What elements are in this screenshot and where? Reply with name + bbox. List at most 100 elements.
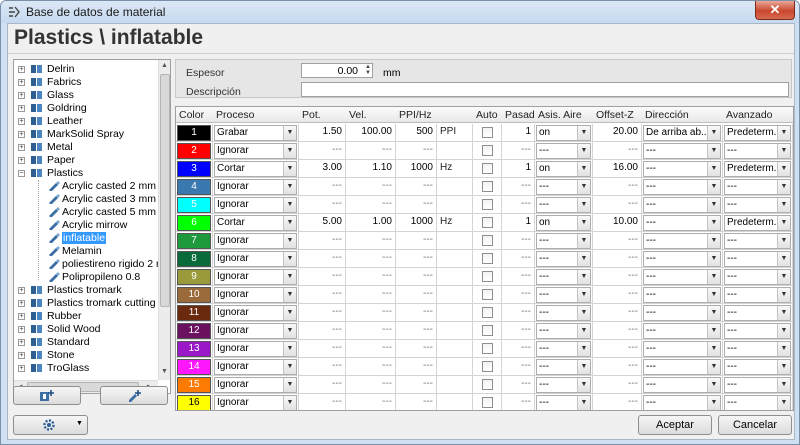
aire-dropdown[interactable]: --- ▼ <box>536 197 591 213</box>
tree-vertical-scrollbar[interactable]: ▲ ▼ <box>158 60 170 380</box>
color-swatch[interactable]: 16 <box>177 395 211 410</box>
aire-dropdown[interactable]: --- ▼ <box>536 251 591 267</box>
pot-value[interactable]: --- <box>332 198 342 209</box>
off-value[interactable]: --- <box>628 288 638 299</box>
color-swatch[interactable]: 9 <box>177 269 211 285</box>
off-value[interactable]: --- <box>628 342 638 353</box>
table-row[interactable]: 1 Grabar ▼ 1.50 100.00 500 PPI 1 on ▼ 20.00 De arri… <box>176 124 793 142</box>
off-value[interactable]: --- <box>628 180 638 191</box>
expand-icon[interactable]: + <box>18 66 25 73</box>
chevron-down-icon[interactable]: ▼ <box>577 288 590 302</box>
aire-dropdown[interactable]: on ▼ <box>536 125 591 141</box>
accept-button[interactable]: Aceptar <box>638 415 712 435</box>
auto-checkbox[interactable] <box>482 307 493 318</box>
adv-dropdown[interactable]: --- ▼ <box>724 287 791 303</box>
expand-icon[interactable]: + <box>18 118 25 125</box>
proceso-dropdown[interactable]: Cortar ▼ <box>214 161 297 177</box>
ppi-value[interactable]: --- <box>423 378 433 389</box>
adv-dropdown[interactable]: --- ▼ <box>724 395 791 410</box>
dir-dropdown[interactable]: --- ▼ <box>643 143 721 159</box>
chevron-down-icon[interactable]: ▼ <box>283 126 296 140</box>
off-value[interactable]: --- <box>628 324 638 335</box>
off-value[interactable]: --- <box>628 378 638 389</box>
auto-checkbox[interactable] <box>482 271 493 282</box>
adv-dropdown[interactable]: --- ▼ <box>724 179 791 195</box>
chevron-down-icon[interactable]: ▼ <box>707 180 720 194</box>
chevron-down-icon[interactable]: ▼ <box>283 360 296 374</box>
pas-value[interactable]: --- <box>521 180 531 191</box>
color-swatch[interactable]: 7 <box>177 233 211 249</box>
chevron-down-icon[interactable]: ▼ <box>707 198 720 212</box>
adv-dropdown[interactable]: --- ▼ <box>724 305 791 321</box>
auto-checkbox[interactable] <box>482 325 493 336</box>
pot-value[interactable]: --- <box>332 396 342 407</box>
proceso-dropdown[interactable]: Grabar ▼ <box>214 125 297 141</box>
chevron-down-icon[interactable]: ▼ <box>577 180 590 194</box>
expand-icon[interactable]: + <box>18 105 25 112</box>
table-row[interactable]: 4 Ignorar ▼ --- --- --- --- --- ▼ --- --- ▼ --- ▼ <box>176 178 793 196</box>
chevron-down-icon[interactable]: ▼ <box>283 378 296 392</box>
color-swatch[interactable]: 4 <box>177 179 211 195</box>
aire-dropdown[interactable]: --- ▼ <box>536 305 591 321</box>
chevron-down-icon[interactable]: ▼ <box>283 216 296 230</box>
pas-value[interactable]: --- <box>521 234 531 245</box>
chevron-down-icon[interactable]: ▼ <box>777 180 790 194</box>
column-header[interactable]: Avanzado <box>726 109 792 121</box>
collapse-icon[interactable]: − <box>18 170 25 177</box>
adv-dropdown[interactable]: --- ▼ <box>724 197 791 213</box>
ppi-value[interactable]: --- <box>423 396 433 407</box>
chevron-down-icon[interactable]: ▼ <box>777 378 790 392</box>
pot-value[interactable]: --- <box>332 270 342 281</box>
chevron-down-icon[interactable]: ▼ <box>707 324 720 338</box>
column-header[interactable]: Auto <box>476 109 501 121</box>
color-swatch[interactable]: 15 <box>177 377 211 393</box>
chevron-down-icon[interactable]: ▼ <box>777 216 790 230</box>
pot-value[interactable]: --- <box>332 180 342 191</box>
auto-checkbox[interactable] <box>482 379 493 390</box>
aire-dropdown[interactable]: --- ▼ <box>536 395 591 410</box>
expand-icon[interactable]: + <box>18 300 25 307</box>
pas-value[interactable]: --- <box>521 198 531 209</box>
proceso-dropdown[interactable]: Ignorar ▼ <box>214 305 297 321</box>
chevron-down-icon[interactable]: ▼ <box>283 288 296 302</box>
ppi-value[interactable]: 1000 <box>411 216 433 227</box>
table-row[interactable]: 7 Ignorar ▼ --- --- --- --- --- ▼ --- --- ▼ --- ▼ <box>176 232 793 250</box>
table-row[interactable]: 10 Ignorar ▼ --- --- --- --- --- ▼ --- --- ▼ --- ▼ <box>176 286 793 304</box>
pot-value[interactable]: --- <box>332 234 342 245</box>
pot-value[interactable]: 5.00 <box>323 216 342 227</box>
off-value[interactable]: --- <box>628 270 638 281</box>
ppi-value[interactable]: --- <box>423 306 433 317</box>
proceso-dropdown[interactable]: Ignorar ▼ <box>214 233 297 249</box>
vel-value[interactable]: --- <box>382 342 392 353</box>
chevron-down-icon[interactable]: ▼ <box>283 180 296 194</box>
off-value[interactable]: --- <box>628 360 638 371</box>
vel-value[interactable]: --- <box>382 306 392 317</box>
off-value[interactable]: 10.00 <box>613 216 638 227</box>
expand-icon[interactable]: + <box>18 144 25 151</box>
vel-value[interactable]: --- <box>382 324 392 335</box>
thickness-spinbox[interactable]: 0.00 ▲ ▼ <box>301 63 373 78</box>
expand-icon[interactable]: + <box>18 92 25 99</box>
chevron-down-icon[interactable]: ▼ <box>577 378 590 392</box>
column-header[interactable]: PPI/Hz <box>399 109 436 121</box>
color-swatch[interactable]: 11 <box>177 305 211 321</box>
expand-icon[interactable]: + <box>18 326 25 333</box>
chevron-down-icon[interactable]: ▼ <box>707 342 720 356</box>
auto-checkbox[interactable] <box>482 145 493 156</box>
auto-checkbox[interactable] <box>482 343 493 354</box>
pas-value[interactable]: --- <box>521 342 531 353</box>
aire-dropdown[interactable]: on ▼ <box>536 161 591 177</box>
chevron-down-icon[interactable]: ▼ <box>777 252 790 266</box>
ppi-value[interactable]: 1000 <box>411 162 433 173</box>
adv-dropdown[interactable]: --- ▼ <box>724 269 791 285</box>
aire-dropdown[interactable]: --- ▼ <box>536 269 591 285</box>
color-swatch[interactable]: 1 <box>177 125 211 141</box>
pas-value[interactable]: --- <box>521 360 531 371</box>
off-value[interactable]: --- <box>628 252 638 263</box>
adv-dropdown[interactable]: Predeterm... ▼ <box>724 125 791 141</box>
ppi-value[interactable]: --- <box>423 324 433 335</box>
dir-dropdown[interactable]: --- ▼ <box>643 161 721 177</box>
pas-value[interactable]: --- <box>521 252 531 263</box>
chevron-down-icon[interactable]: ▼ <box>777 270 790 284</box>
dir-dropdown[interactable]: --- ▼ <box>643 269 721 285</box>
